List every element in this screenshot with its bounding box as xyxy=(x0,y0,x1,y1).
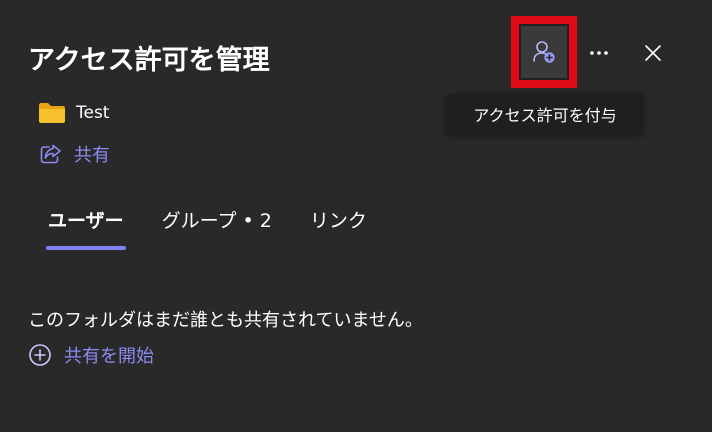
tab-links[interactable]: リンク xyxy=(290,196,387,246)
share-label: 共有 xyxy=(74,145,110,166)
start-sharing-label: 共有を開始 xyxy=(64,346,154,367)
start-sharing-button[interactable]: 共有を開始 xyxy=(28,340,154,370)
close-button[interactable] xyxy=(638,38,668,68)
shared-item: Test xyxy=(38,99,109,127)
tab-groups[interactable]: グループ • 2 xyxy=(144,196,290,246)
close-icon xyxy=(645,45,661,61)
tab-bar: ユーザー グループ • 2 リンク xyxy=(28,196,387,256)
grant-access-button[interactable] xyxy=(511,16,577,88)
tab-users[interactable]: ユーザー xyxy=(28,196,144,250)
share-icon xyxy=(40,144,61,164)
panel-title: アクセス許可を管理 xyxy=(28,45,270,76)
folder-icon xyxy=(39,103,65,123)
share-link[interactable]: 共有 xyxy=(40,140,110,168)
empty-state-message: このフォルダはまだ誰とも共有されていません。 xyxy=(28,310,423,331)
more-options-button[interactable] xyxy=(584,38,614,68)
add-person-icon xyxy=(533,41,555,63)
item-name: Test xyxy=(76,103,110,123)
plus-circle-icon xyxy=(29,344,51,366)
manage-access-panel: アクセス許可を管理 アクセス許可を付与 Test 共有 ユーザー グループ • … xyxy=(0,0,712,432)
grant-access-button-inner[interactable] xyxy=(521,26,567,78)
more-horizontal-icon xyxy=(590,51,608,55)
grant-access-tooltip: アクセス許可を付与 xyxy=(447,94,643,134)
